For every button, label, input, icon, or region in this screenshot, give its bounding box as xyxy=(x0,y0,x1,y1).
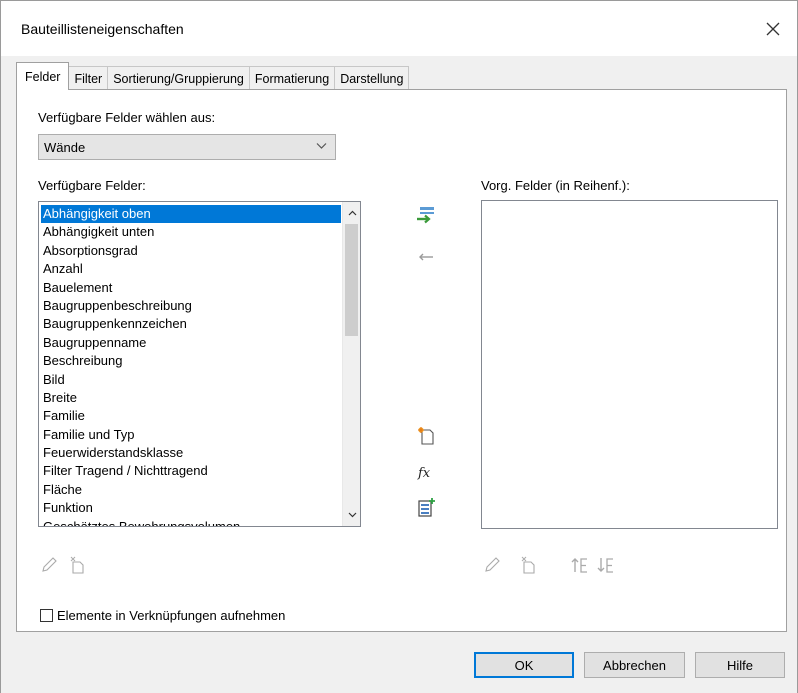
title-bar: Bauteillisteneigenschaften xyxy=(0,0,798,56)
ok-button[interactable]: OK xyxy=(474,652,574,678)
new-parameter-icon xyxy=(418,427,434,445)
tab-sortierung-gruppierung[interactable]: Sortierung/Gruppierung xyxy=(107,66,250,90)
list-item[interactable]: Baugruppenkennzeichen xyxy=(41,315,341,333)
edit-icon xyxy=(485,557,500,572)
edit-icon xyxy=(42,557,57,572)
vertical-scrollbar[interactable] xyxy=(342,202,360,526)
tab-felder[interactable]: Felder xyxy=(16,62,70,90)
list-item[interactable]: Beschreibung xyxy=(41,352,341,370)
list-item[interactable]: Breite xyxy=(41,389,341,407)
delete-field-button[interactable] xyxy=(66,554,88,576)
close-button[interactable] xyxy=(757,13,789,45)
delete-icon xyxy=(521,556,535,574)
cancel-button[interactable]: Abbrechen xyxy=(584,652,685,678)
chevron-down-icon xyxy=(316,143,327,149)
close-icon xyxy=(766,22,780,36)
list-item[interactable]: Filter Tragend / Nichttragend xyxy=(41,462,341,480)
list-item[interactable]: Abhängigkeit oben xyxy=(41,205,341,224)
list-item[interactable]: Familie und Typ xyxy=(41,426,341,444)
dialog-body: Felder Filter Sortierung/Gruppierung For… xyxy=(0,56,798,693)
calculated-value-button[interactable]: fx xyxy=(415,461,437,483)
new-parameter-button[interactable] xyxy=(415,425,437,447)
tab-strip: Felder Filter Sortierung/Gruppierung For… xyxy=(16,62,410,90)
category-dropdown-value: Wände xyxy=(44,139,86,155)
list-item[interactable]: Geschätztes Bewehrungsvolumen xyxy=(41,518,341,526)
scroll-up-button[interactable] xyxy=(343,204,360,222)
remove-parameter-icon xyxy=(419,253,433,261)
tab-filter[interactable]: Filter xyxy=(68,66,109,90)
window-title: Bauteillisteneigenschaften xyxy=(21,21,184,37)
category-select-label: Verfügbare Felder wählen aus: xyxy=(38,110,216,125)
combine-parameters-icon xyxy=(418,498,435,517)
list-item[interactable]: Fläche xyxy=(41,481,341,499)
move-up-button[interactable] xyxy=(569,554,591,576)
list-item[interactable]: Bild xyxy=(41,371,341,389)
scroll-down-button[interactable] xyxy=(343,506,360,524)
scheduled-fields-label: Vorg. Felder (in Reihenf.): xyxy=(481,178,630,193)
fx-glyph: fx xyxy=(417,466,431,480)
delete-scheduled-field-button[interactable] xyxy=(517,554,539,576)
tab-formatierung[interactable]: Formatierung xyxy=(248,66,336,90)
chevron-up-icon xyxy=(348,210,356,216)
combine-parameters-button[interactable] xyxy=(415,496,437,518)
add-field-button[interactable] xyxy=(415,204,437,226)
scroll-thumb[interactable] xyxy=(345,224,358,336)
list-item[interactable]: Absorptionsgrad xyxy=(41,242,341,260)
fields-tab-panel: Verfügbare Felder wählen aus: Wände Verf… xyxy=(16,89,787,632)
remove-field-button[interactable] xyxy=(415,246,437,268)
available-fields-label: Verfügbare Felder: xyxy=(38,178,146,193)
list-item[interactable]: Funktion xyxy=(41,499,341,517)
edit-field-button[interactable] xyxy=(38,554,60,576)
list-item[interactable]: Abhängigkeit unten xyxy=(41,223,341,241)
move-down-button[interactable] xyxy=(595,554,617,576)
list-item[interactable]: Anzahl xyxy=(41,260,341,278)
list-item[interactable]: Bauelement xyxy=(41,279,341,297)
move-down-icon xyxy=(597,558,613,573)
help-button[interactable]: Hilfe xyxy=(695,652,785,678)
category-dropdown[interactable]: Wände xyxy=(38,134,336,160)
delete-icon xyxy=(70,556,84,574)
scheduled-fields-list[interactable] xyxy=(481,200,778,529)
edit-scheduled-field-button[interactable] xyxy=(481,554,503,576)
include-linked-elements-checkbox[interactable] xyxy=(40,609,53,622)
tab-darstellung[interactable]: Darstellung xyxy=(334,66,410,90)
list-item[interactable]: Baugruppenname xyxy=(41,334,341,352)
add-parameter-icon xyxy=(417,207,434,224)
list-item[interactable]: Familie xyxy=(41,407,341,425)
available-fields-list[interactable]: Abhängigkeit oben Abhängigkeit unten Abs… xyxy=(38,201,361,527)
calculated-value-icon: fx xyxy=(417,466,431,480)
include-linked-elements-option[interactable]: Elemente in Verknüpfungen aufnehmen xyxy=(40,608,285,623)
chevron-down-icon xyxy=(348,512,356,518)
list-item[interactable]: Baugruppenbeschreibung xyxy=(41,297,341,315)
include-linked-elements-label: Elemente in Verknüpfungen aufnehmen xyxy=(57,608,286,623)
move-up-icon xyxy=(571,558,587,573)
list-item[interactable]: Feuerwiderstandsklasse xyxy=(41,444,341,462)
